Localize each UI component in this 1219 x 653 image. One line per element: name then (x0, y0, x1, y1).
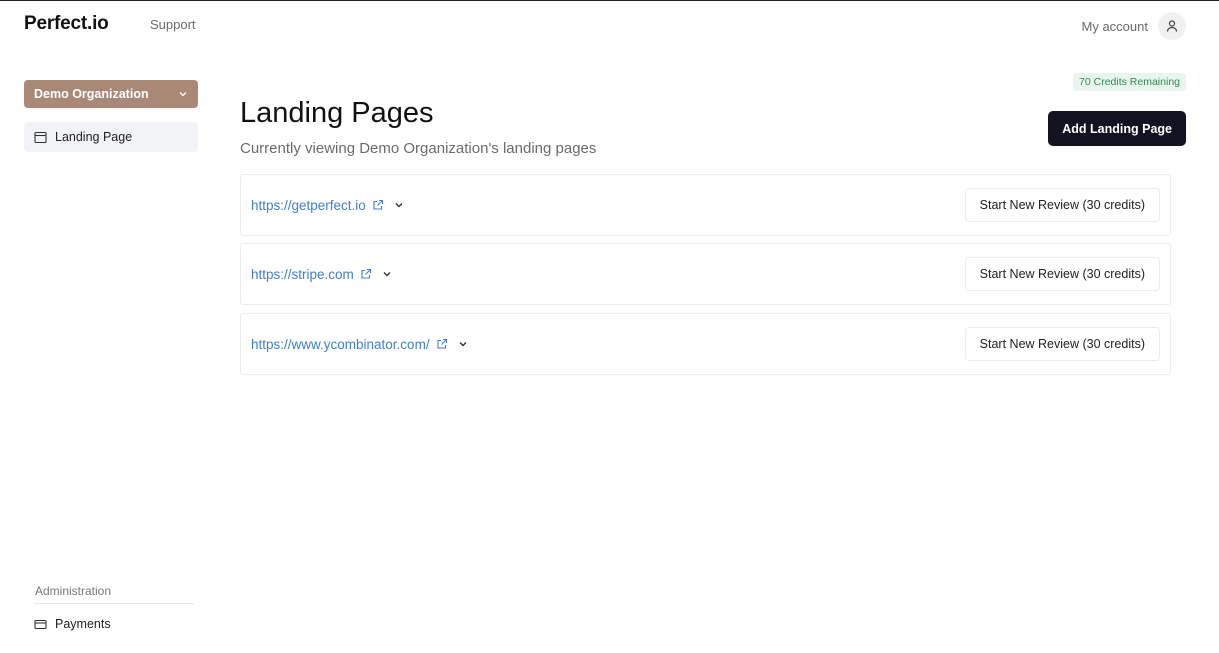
landing-page-url-link[interactable]: https://stripe.com (251, 267, 354, 282)
sidebar-item-label: Landing Page (55, 130, 133, 144)
landing-page-row: https://stripe.com Start New Review (30 … (240, 243, 1171, 305)
credits-badge: 70 Credits Remaining (1073, 73, 1186, 91)
administration-section-label: Administration (35, 584, 112, 598)
credit-card-icon (34, 619, 47, 629)
start-new-review-button[interactable]: Start New Review (30 credits) (964, 327, 1160, 361)
chevron-down-icon[interactable] (394, 200, 404, 210)
avatar[interactable] (1158, 12, 1186, 40)
landing-page-url-link[interactable]: https://getperfect.io (251, 198, 366, 213)
external-link-icon[interactable] (372, 199, 384, 211)
page-subtitle: Currently viewing Demo Organization's la… (240, 140, 597, 157)
sidebar-item-landing-page[interactable]: Landing Page (24, 122, 198, 152)
external-link-icon[interactable] (360, 268, 372, 280)
chevron-down-icon[interactable] (382, 269, 392, 279)
chevron-down-icon (179, 92, 187, 97)
start-new-review-button[interactable]: Start New Review (30 credits) (964, 188, 1160, 222)
page-title: Landing Pages (240, 97, 434, 129)
divider (34, 603, 194, 604)
browser-window-icon (34, 131, 47, 143)
sidebar-item-label: Payments (55, 617, 111, 631)
account-label[interactable]: My account (1082, 19, 1148, 34)
landing-page-url-link[interactable]: https://www.ycombinator.com/ (251, 337, 430, 352)
landing-page-row: https://getperfect.io Start New Review (… (240, 174, 1171, 236)
chevron-down-icon[interactable] (458, 339, 468, 349)
external-link-icon[interactable] (436, 338, 448, 350)
user-icon (1166, 20, 1178, 32)
start-new-review-button[interactable]: Start New Review (30 credits) (964, 257, 1160, 291)
logo[interactable]: Perfect.io (24, 13, 109, 35)
landing-page-row: https://www.ycombinator.com/ Start New R… (240, 313, 1171, 375)
organization-select[interactable]: Demo Organization (24, 80, 198, 108)
top-bar: Perfect.io Support My account (0, 1, 1219, 49)
account-menu[interactable]: My account (1082, 12, 1186, 40)
add-landing-page-button[interactable]: Add Landing Page (1048, 111, 1186, 146)
sidebar-item-payments[interactable]: Payments (24, 609, 198, 639)
support-link[interactable]: Support (150, 17, 196, 32)
organization-select-label: Demo Organization (34, 87, 149, 101)
